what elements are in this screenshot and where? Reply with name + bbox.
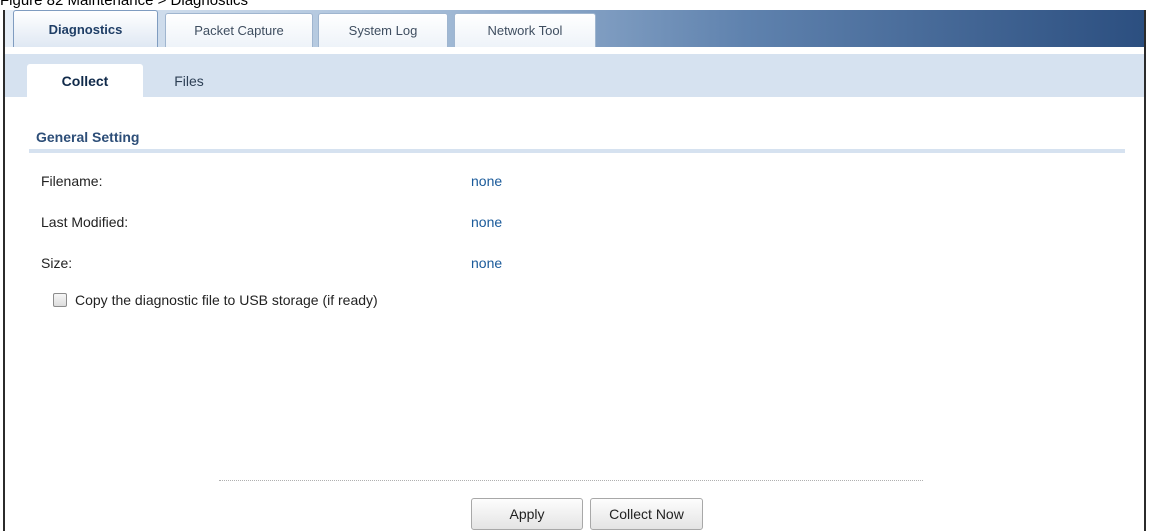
tab-system-log[interactable]: System Log xyxy=(318,13,448,47)
filename-value: none xyxy=(471,173,503,189)
main-tab-bar: Diagnostics Packet Capture System Log Ne… xyxy=(5,10,1144,47)
button-area-divider xyxy=(219,480,923,481)
tab-diagnostics[interactable]: Diagnostics xyxy=(13,10,158,47)
filename-label: Filename: xyxy=(41,173,103,189)
tab-network-tool[interactable]: Network Tool xyxy=(454,13,596,47)
apply-button[interactable]: Apply xyxy=(471,498,583,530)
collect-now-button[interactable]: Collect Now xyxy=(590,498,703,530)
size-value: none xyxy=(471,255,503,271)
usb-copy-option[interactable]: Copy the diagnostic file to USB storage … xyxy=(53,292,378,308)
size-label: Size: xyxy=(41,255,73,271)
diagnostics-panel: Diagnostics Packet Capture System Log Ne… xyxy=(3,10,1146,531)
usb-copy-checkbox[interactable] xyxy=(53,293,67,307)
section-title-general-setting: General Setting xyxy=(36,129,140,145)
sub-tab-bar: Collect Files xyxy=(5,54,1144,97)
last-modified-label: Last Modified: xyxy=(41,214,129,230)
tab-packet-capture[interactable]: Packet Capture xyxy=(165,13,313,47)
tab-collect[interactable]: Collect xyxy=(27,64,143,97)
figure-caption: Figure 82 Maintenance > Diagnostics xyxy=(0,0,249,9)
last-modified-value: none xyxy=(471,214,503,230)
section-divider xyxy=(29,149,1125,153)
usb-copy-label: Copy the diagnostic file to USB storage … xyxy=(75,292,378,308)
tab-files[interactable]: Files xyxy=(157,64,221,97)
